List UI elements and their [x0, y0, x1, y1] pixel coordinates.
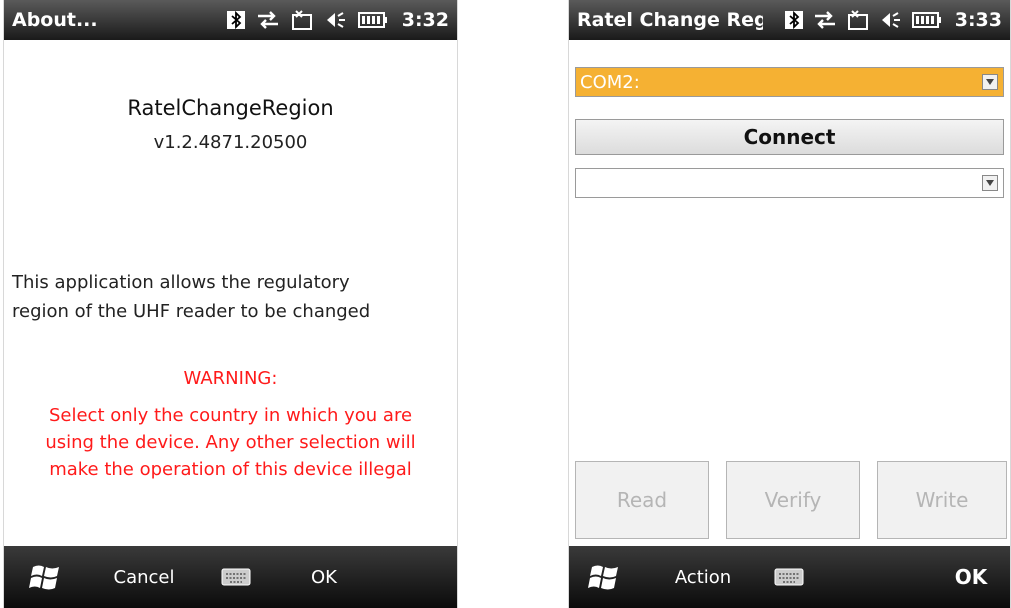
port-select-value: COM2:	[580, 71, 640, 93]
windows-start-icon[interactable]	[24, 546, 68, 608]
warning-line: Select only the country in which you are	[48, 405, 413, 426]
description-line: This application allows the regulatory	[12, 272, 350, 293]
warning-heading: WARNING:	[183, 368, 278, 389]
windows-start-icon[interactable]	[583, 546, 627, 608]
ok-softkey[interactable]: OK	[294, 546, 354, 608]
no-signal-icon	[290, 9, 314, 31]
app-description: This application allows the regulatory r…	[12, 268, 449, 326]
about-content: RatelChangeRegion v1.2.4871.20500 This a…	[4, 40, 457, 546]
action-softkey[interactable]: Action	[665, 546, 741, 608]
description-line: region of the UHF reader to be changed	[12, 301, 371, 322]
bluetooth-icon	[226, 10, 246, 30]
volume-icon	[879, 10, 903, 30]
title-bar: Ratel Change Regi 3:33	[569, 0, 1010, 40]
soft-key-bar: Cancel OK	[4, 546, 457, 608]
window-title: About...	[12, 9, 98, 31]
app-name: RatelChangeRegion	[127, 96, 334, 120]
clock: 3:32	[401, 9, 449, 31]
clock: 3:33	[954, 9, 1002, 31]
battery-icon	[911, 11, 942, 29]
battery-icon	[357, 11, 388, 29]
soft-key-bar: Action OK	[569, 546, 1010, 608]
keyboard-icon[interactable]	[214, 546, 258, 608]
warning-line: using the device. Any other selection wi…	[45, 432, 416, 453]
app-version: v1.2.4871.20500	[153, 132, 308, 153]
no-signal-icon	[846, 9, 870, 31]
read-button[interactable]: Read	[575, 461, 709, 539]
write-button[interactable]: Write	[877, 461, 1007, 539]
warning-text: Select only the country in which you are…	[12, 402, 449, 483]
status-area[interactable]: 3:32	[226, 9, 457, 31]
dropdown-arrow-icon[interactable]	[982, 175, 998, 191]
verify-button[interactable]: Verify	[726, 461, 860, 539]
connect-button[interactable]: Connect	[575, 119, 1004, 155]
connectivity-icon	[256, 10, 280, 30]
bluetooth-icon	[784, 10, 804, 30]
cancel-softkey[interactable]: Cancel	[104, 546, 184, 608]
port-select[interactable]: COM2:	[575, 67, 1004, 97]
warning-line: make the operation of this device illega…	[49, 459, 412, 480]
keyboard-icon[interactable]	[767, 546, 811, 608]
dropdown-arrow-icon[interactable]	[982, 74, 998, 90]
status-area[interactable]: 3:33	[784, 9, 1010, 31]
region-select[interactable]	[575, 168, 1004, 198]
main-screen: Ratel Change Regi 3:33 COM2: Connect Rea…	[568, 0, 1011, 608]
ok-softkey[interactable]: OK	[941, 546, 1001, 608]
title-bar: About... 3:32	[4, 0, 457, 40]
about-screen: About... 3:32 RatelChangeRegion v1.2.487…	[3, 0, 458, 608]
volume-icon	[324, 10, 348, 30]
connectivity-icon	[813, 10, 837, 30]
window-title: Ratel Change Regi	[577, 9, 763, 31]
